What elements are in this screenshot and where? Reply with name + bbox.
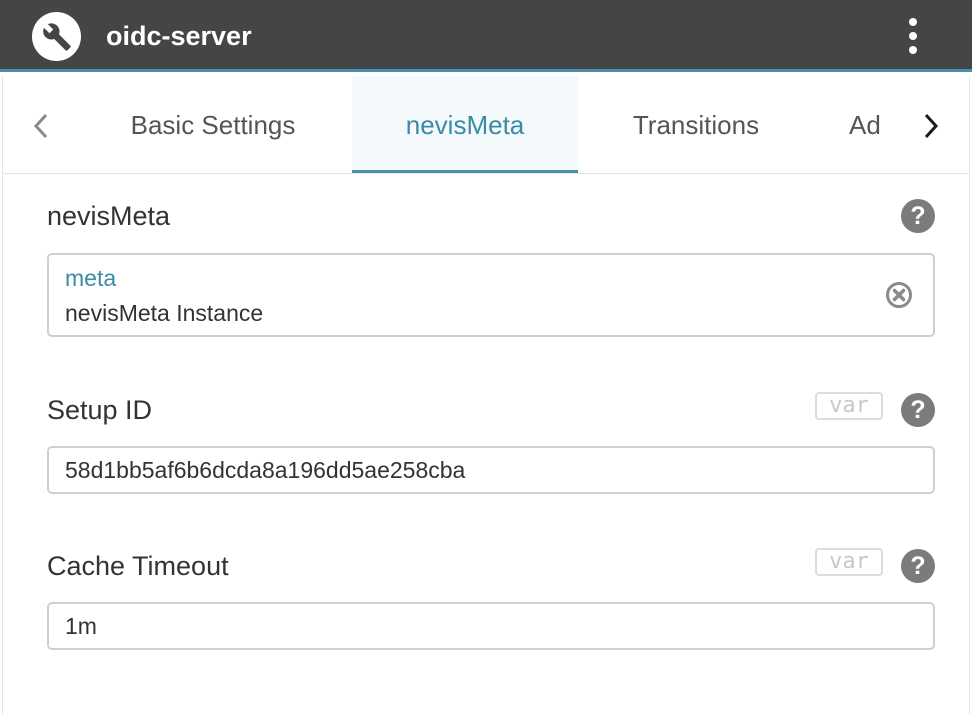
reference-name: nevisMeta Instance <box>65 300 264 326</box>
tab-basic-settings[interactable]: Basic Settings <box>99 76 327 173</box>
help-icon[interactable]: ? <box>901 549 935 583</box>
clear-circle-icon[interactable] <box>885 281 913 309</box>
wrench-icon[interactable] <box>32 12 81 61</box>
var-toggle[interactable]: var <box>815 392 883 420</box>
setup-id-label: Setup ID <box>47 395 153 425</box>
app-header: oidc-server <box>0 0 972 72</box>
setup-id-input[interactable] <box>47 446 935 494</box>
nevismeta-label: nevisMeta <box>47 201 171 231</box>
chevron-right-icon[interactable] <box>913 106 949 146</box>
tab-bar: Basic Settings nevisMeta Transitions Ad <box>3 76 969 174</box>
more-vertical-icon[interactable] <box>898 14 928 58</box>
reference-type[interactable]: meta <box>65 263 116 293</box>
tab-nevismeta[interactable]: nevisMeta <box>352 76 578 173</box>
chevron-left-icon[interactable] <box>23 106 59 146</box>
tab-advanced[interactable]: Ad <box>849 76 909 173</box>
nevismeta-reference-field[interactable]: meta nevisMeta Instance <box>47 253 935 337</box>
settings-panel: Basic Settings nevisMeta Transitions Ad … <box>2 76 970 714</box>
tab-transitions[interactable]: Transitions <box>599 76 793 173</box>
help-icon[interactable]: ? <box>901 393 935 427</box>
cache-timeout-input[interactable] <box>47 602 935 650</box>
app-title: oidc-server <box>106 21 252 51</box>
var-toggle[interactable]: var <box>815 548 883 576</box>
cache-timeout-label: Cache Timeout <box>47 551 229 581</box>
help-icon[interactable]: ? <box>901 199 935 233</box>
